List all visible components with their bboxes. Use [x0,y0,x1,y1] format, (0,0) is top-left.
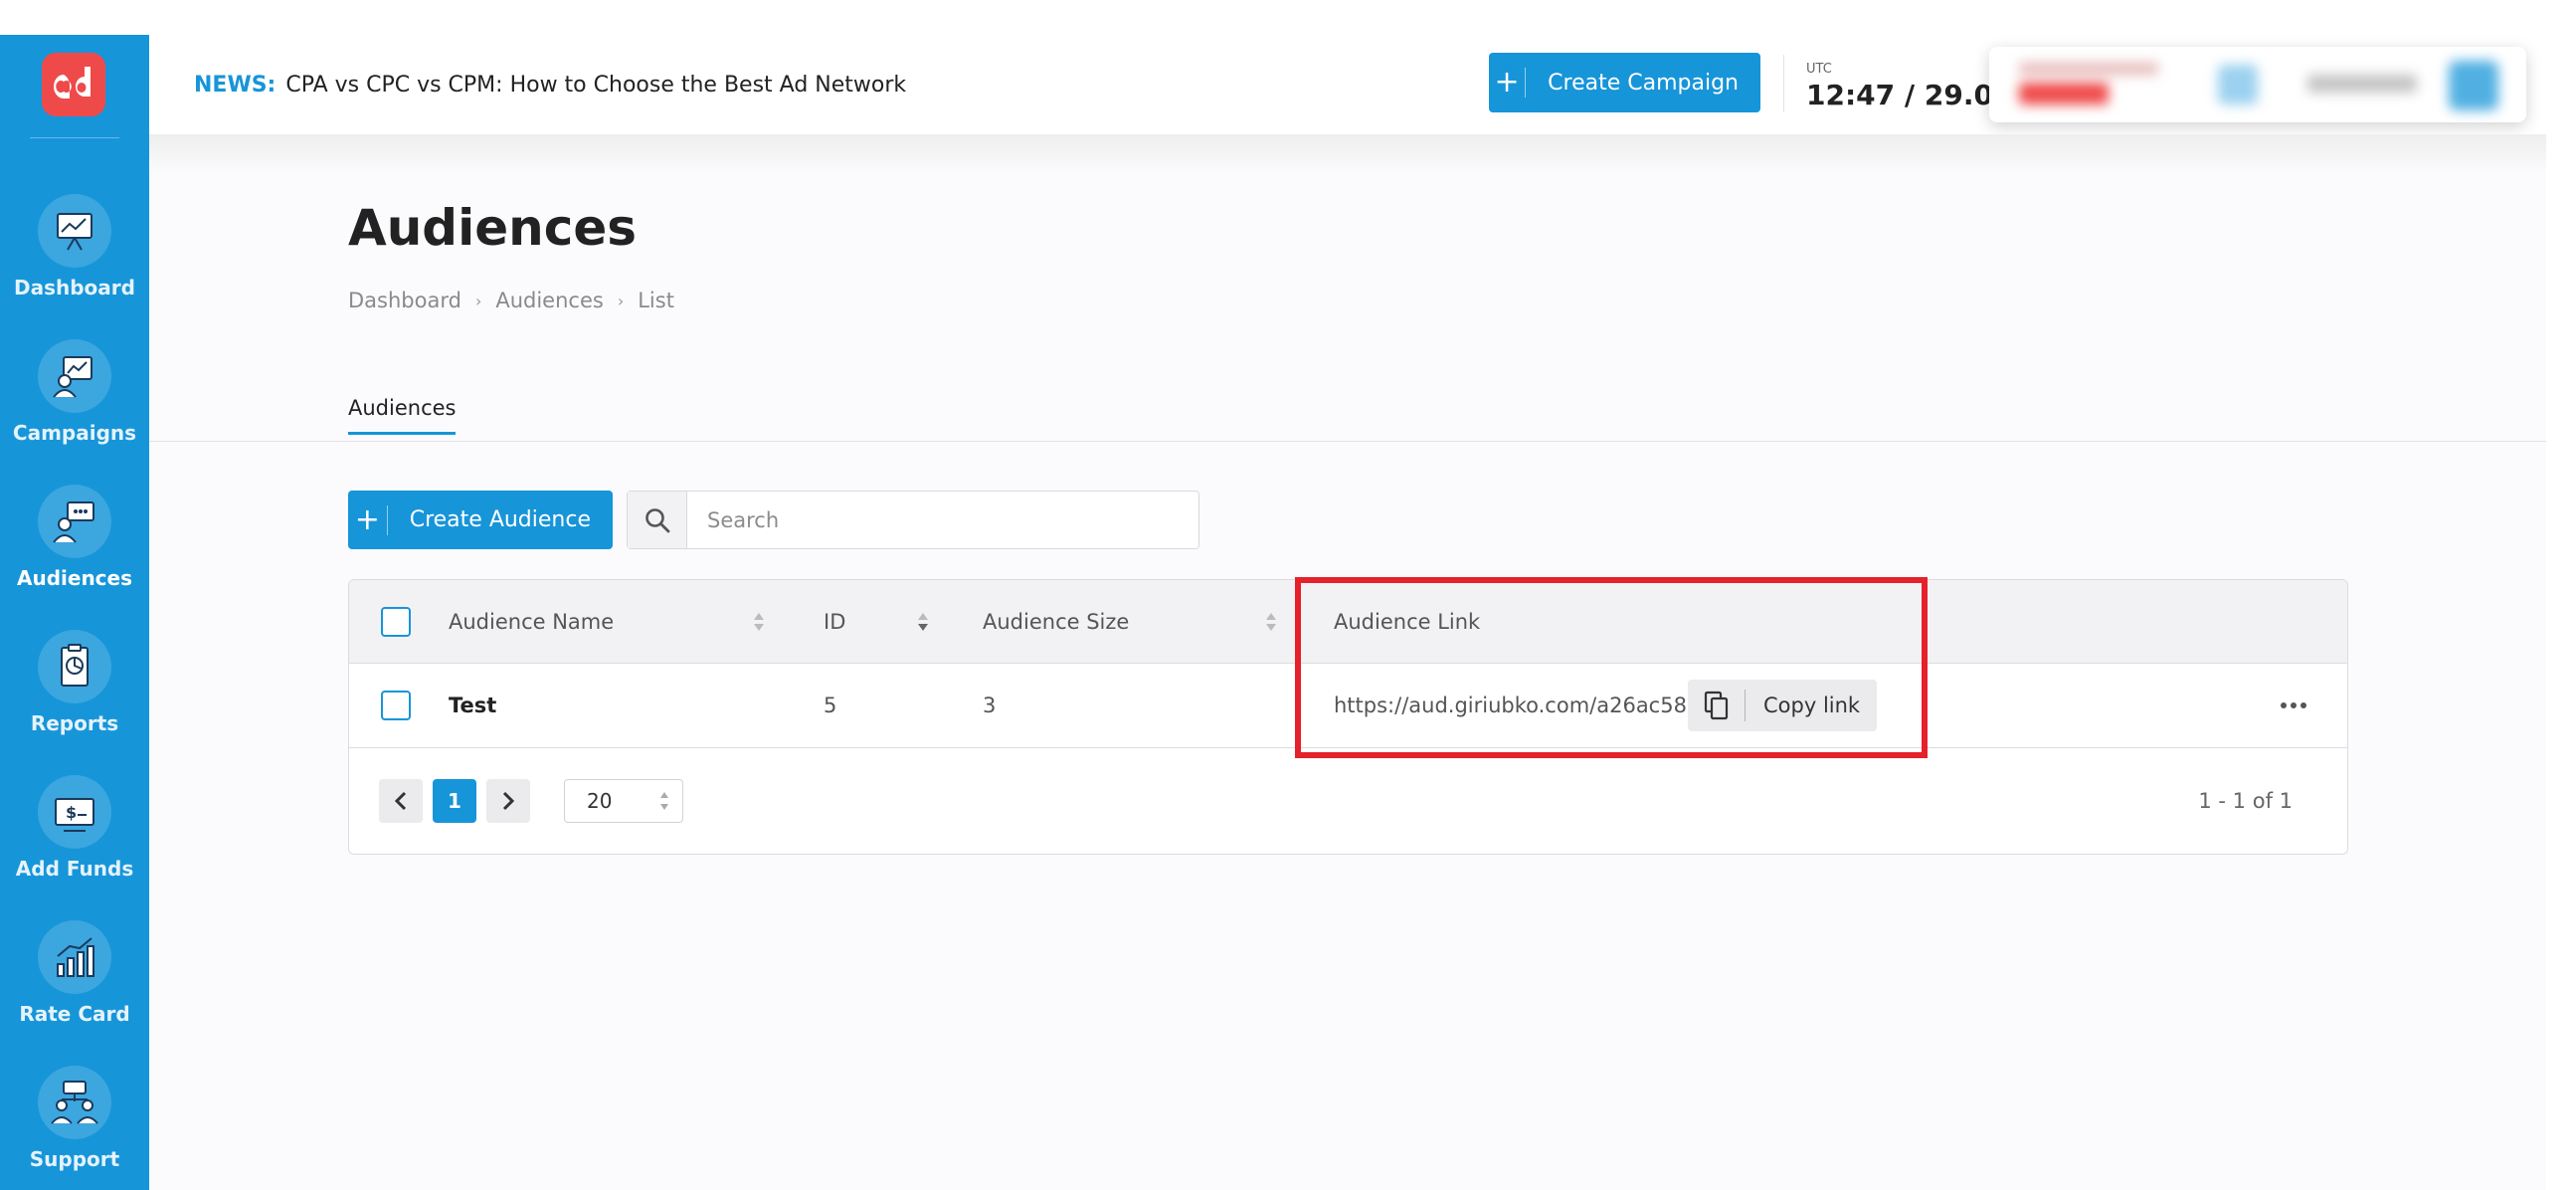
audience-link[interactable]: https://aud.giriubko.com/a26ac589 [1334,694,1700,717]
add-funds-icon: $ [38,775,111,849]
table-row: Test 5 3 https://aud.giriubko.com/a26ac5… [349,664,2347,748]
sidebar-item-dashboard[interactable]: Dashboard [0,194,149,323]
col-id[interactable]: ID [824,580,845,663]
row-select-cell [381,664,411,747]
select-all-checkbox[interactable] [381,606,411,637]
col-header-label: Audience Size [983,609,1130,634]
copy-link-button[interactable]: Copy link [1688,680,1877,731]
avatar[interactable] [2449,61,2498,110]
breadcrumb-audiences[interactable]: Audiences [495,289,603,312]
audience-name[interactable]: Test [449,694,496,717]
campaigns-icon [38,339,111,413]
per-page-stepper[interactable]: 20 [564,779,683,823]
create-audience-button[interactable]: + Create Audience [348,491,613,549]
top-bar: NEWS: CPA vs CPC vs CPM: How to Choose th… [149,35,2576,134]
sidebar-item-label: Support [29,1147,120,1171]
chevron-right-icon: › [474,291,482,310]
sidebar-item-label: Rate Card [19,1002,130,1026]
create-campaign-label: Create Campaign [1548,70,1739,96]
chevron-right-icon: › [617,291,625,310]
chevron-right-icon [502,791,515,811]
col-audience-name[interactable]: Audience Name [449,580,614,663]
username-redacted [2307,75,2417,93]
support-icon [38,1066,111,1139]
col-audience-link: Audience Link [1334,580,1480,663]
breadcrumb: Dashboard › Audiences › List [348,289,674,312]
breadcrumb-list: List [638,289,674,312]
search-input[interactable] [687,495,1185,545]
sort-icon[interactable] [752,580,766,663]
create-audience-label: Create Audience [409,507,591,532]
sidebar-item-audiences[interactable]: Audiences [0,485,149,614]
logo-divider [30,137,119,138]
audience-size: 3 [983,694,997,717]
sidebar-item-label: Reports [30,711,119,735]
account-panel-blurred[interactable] [1989,47,2526,122]
row-checkbox[interactable] [381,691,411,720]
sidebar-item-label: Campaigns [12,421,137,445]
search-box [627,491,1199,549]
utc-label: UTC [1806,62,1832,77]
cell-audience-link: https://aud.giriubko.com/a26ac589 [1334,664,1700,747]
breadcrumb-dashboard[interactable]: Dashboard [348,289,461,312]
svg-text:$: $ [66,803,77,822]
audience-id: 5 [824,694,837,717]
tab-divider [149,441,2546,442]
chevron-left-icon [394,791,407,811]
audiences-table: Audience Name ID Audience Size Audience … [348,579,2348,855]
sidebar-item-add-funds[interactable]: $ Add Funds [0,775,149,904]
notification-icon[interactable] [2218,65,2258,104]
tab-audiences[interactable]: Audiences [348,396,457,435]
search-icon[interactable] [628,492,687,548]
cell-id: 5 [824,664,836,747]
sidebar-item-support[interactable]: Support [0,1066,149,1190]
audiences-icon [38,485,111,558]
copy-icon [1688,690,1746,721]
balance-label-redacted [2019,63,2158,75]
page-title: Audiences [348,199,638,257]
sort-icon[interactable] [1264,580,1278,663]
more-options-icon[interactable] [2279,664,2308,747]
sidebar-item-label: Dashboard [14,276,135,299]
news-label: NEWS: [194,73,276,98]
sidebar-item-label: Audiences [16,566,132,590]
dashboard-icon [38,194,111,268]
plus-icon: + [348,504,388,535]
copy-link-label: Copy link [1763,694,1861,717]
rate-card-icon [38,920,111,994]
sidebar-item-rate-card[interactable]: Rate Card [0,920,149,1050]
prev-page-button[interactable] [379,779,423,823]
sidebar-item-campaigns[interactable]: Campaigns [0,339,149,469]
next-page-button[interactable] [486,779,530,823]
pagination: 1 20 [379,779,683,823]
col-header-label: Audience Link [1334,609,1481,634]
news-ticker[interactable]: NEWS: CPA vs CPC vs CPM: How to Choose th… [194,73,906,98]
col-header-label: ID [824,609,846,634]
balance-value-redacted [2019,83,2109,104]
stepper-icon [660,792,668,810]
col-audience-size[interactable]: Audience Size [983,580,1129,663]
cell-audience-size: 3 [983,664,996,747]
sidebar-item-reports[interactable]: Reports [0,630,149,759]
reports-icon [38,630,111,703]
sort-desc-icon[interactable] [916,580,930,663]
table-header: Audience Name ID Audience Size Audience … [349,580,2347,664]
per-page-value: 20 [587,789,613,813]
utc-time: 12:47 / 29.07 [1806,79,2013,111]
page-button-current[interactable]: 1 [433,779,476,823]
cell-audience-name: Test [449,664,496,747]
create-campaign-button[interactable]: + Create Campaign [1489,53,1760,112]
news-headline[interactable]: CPA vs CPC vs CPM: How to Choose the Bes… [285,73,906,98]
header-shadow [149,134,2546,174]
plus-icon: + [1489,68,1527,98]
ad-logo-icon[interactable] [42,53,105,116]
select-all-cell [381,580,411,663]
pagination-count: 1 - 1 of 1 [2198,789,2293,813]
col-header-label: Audience Name [449,609,615,634]
sidebar-item-label: Add Funds [15,857,134,881]
sidebar: Dashboard Campaigns Audiences Reports $ … [0,35,149,1190]
clock-divider [1783,55,1784,112]
